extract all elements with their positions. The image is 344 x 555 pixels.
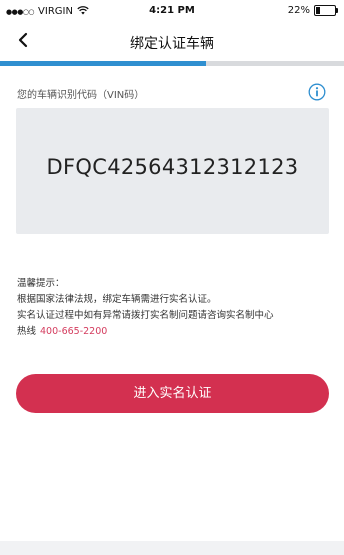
page-title: 绑定认证车辆 xyxy=(130,36,214,52)
hotline-label: 热线 xyxy=(17,326,37,337)
tips-line-2: 实名认证过程中如有异常请拨打实名制问题请咨询实名制中心 xyxy=(17,310,274,321)
status-bar-right: 22% xyxy=(287,5,338,16)
vin-value: DFQC42564312312123 xyxy=(46,155,299,179)
status-bar: ●●●○○ VIRGIN 4:21 PM 22% xyxy=(0,0,344,24)
hotline-number-link[interactable]: 400-665-2200 xyxy=(40,326,107,337)
tips-line-1: 根据国家法律法规，绑定车辆需进行实名认证。 xyxy=(17,294,217,305)
tips-hotline: 热线 400-665-2200 xyxy=(17,324,337,340)
step-progress-bar xyxy=(0,61,344,66)
info-icon[interactable] xyxy=(308,83,326,101)
battery-icon xyxy=(314,5,338,16)
vin-display: DFQC42564312312123 xyxy=(16,108,329,234)
step-progress-fill xyxy=(0,61,207,66)
phone-screen: ●●●○○ VIRGIN 4:21 PM 22% 绑定认证车辆 您的车辆识别代码… xyxy=(0,0,344,555)
tips-heading: 温馨提示： xyxy=(17,278,65,289)
battery-level xyxy=(316,7,320,14)
tips-section: 温馨提示： 根据国家法律法规，绑定车辆需进行实名认证。 实名认证过程中如有异常请… xyxy=(17,276,337,340)
nav-bar: 绑定认证车辆 xyxy=(0,24,344,60)
real-name-auth-button[interactable]: 进入实名认证 xyxy=(16,374,329,413)
vin-label: 您的车辆识别代码（VIN码） xyxy=(17,90,145,101)
bottom-strip xyxy=(0,541,344,555)
battery-percent: 22% xyxy=(287,5,310,16)
